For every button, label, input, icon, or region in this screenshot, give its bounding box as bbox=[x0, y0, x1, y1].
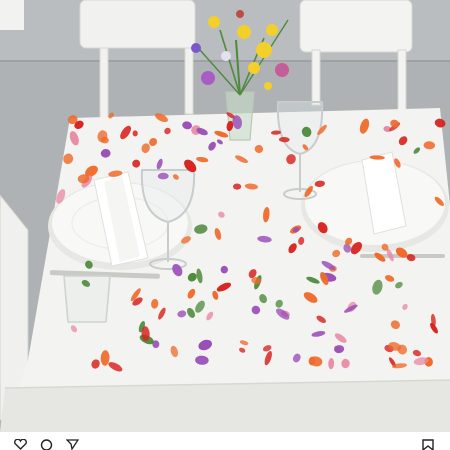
comment-icon[interactable] bbox=[40, 439, 53, 450]
tablecloth-drape bbox=[0, 380, 450, 432]
post-action-bar bbox=[0, 432, 450, 450]
chair-front-left-top bbox=[0, 0, 24, 30]
bookmark-icon[interactable] bbox=[422, 439, 434, 450]
table-setting-photo bbox=[0, 0, 450, 432]
heart-icon[interactable] bbox=[14, 439, 27, 450]
petal bbox=[233, 183, 242, 190]
share-icon[interactable] bbox=[66, 439, 79, 450]
